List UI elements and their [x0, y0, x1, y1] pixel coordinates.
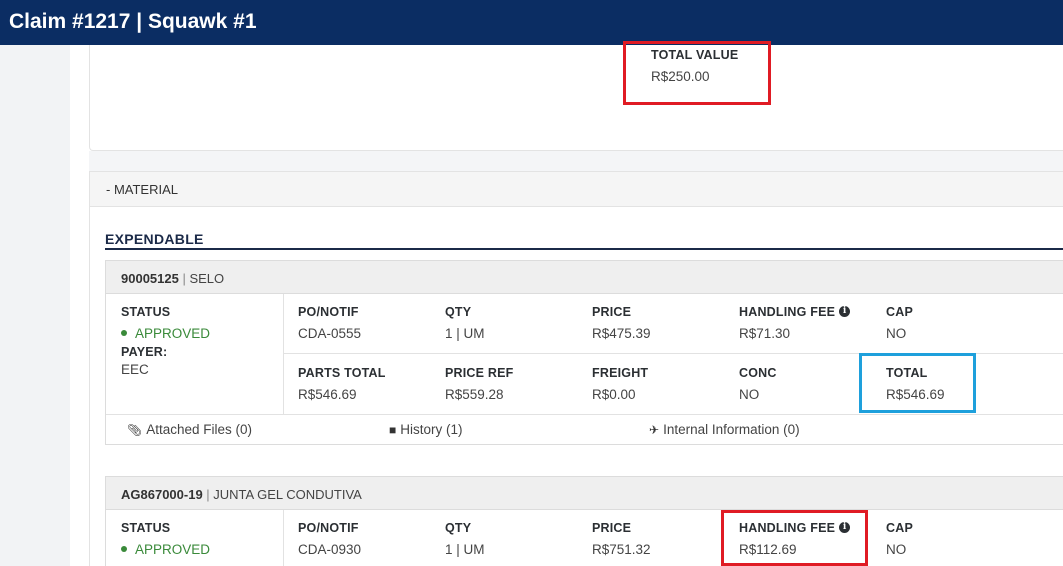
item-code: AG867000-19	[121, 487, 203, 502]
divider	[283, 510, 284, 566]
handling-fee-label: HANDLING FEE i	[739, 305, 851, 319]
history-link[interactable]: ■ History (1)	[389, 422, 463, 437]
price-value: R$751.32	[592, 542, 651, 557]
item-body	[105, 510, 1063, 566]
po-notif-label: PO/NOTIF	[298, 521, 359, 535]
price-label: PRICE	[592, 305, 632, 319]
attached-files-label: Attached Files (0)	[146, 422, 253, 437]
handling-fee-value: R$71.30	[739, 326, 791, 341]
qty-label: QTY	[445, 305, 472, 319]
cap-value: NO	[886, 326, 907, 341]
payer-value: EEC	[121, 362, 149, 377]
item-description: SELO	[189, 271, 225, 286]
qty-value: 1 | UM	[445, 542, 485, 557]
cap-label: CAP	[886, 305, 913, 319]
info-icon[interactable]: i	[839, 306, 851, 318]
item-header[interactable]: 90005125 | SELO	[105, 260, 1063, 294]
status-label: STATUS	[121, 521, 171, 535]
summary-card	[89, 45, 1063, 151]
item-description: JUNTA GEL CONDUTIVA	[213, 487, 362, 502]
title-bar: Claim #1217 | Squawk #1	[0, 0, 1063, 45]
parts-total-label: PARTS TOTAL	[298, 366, 386, 380]
item-header[interactable]: AG867000-19 | JUNTA GEL CONDUTIVA	[105, 476, 1063, 510]
payer-label: PAYER:	[121, 345, 168, 359]
material-section-toggle[interactable]: - MATERIAL	[89, 171, 1063, 207]
status-label: STATUS	[121, 305, 171, 319]
cap-label: CAP	[886, 521, 913, 535]
material-section-label: - MATERIAL	[106, 182, 178, 197]
freight-value: R$0.00	[592, 387, 636, 402]
po-notif-value: CDA-0555	[298, 326, 362, 341]
status-value: APPROVED	[135, 542, 211, 557]
po-notif-value: CDA-0930	[298, 542, 362, 557]
parts-total-value: R$546.69	[298, 387, 357, 402]
gutter	[70, 45, 90, 566]
price-label: PRICE	[592, 521, 632, 535]
qty-label: QTY	[445, 521, 472, 535]
handling-fee-label-text: HANDLING FEE	[739, 305, 836, 319]
cap-value: NO	[886, 542, 907, 557]
po-notif-label: PO/NOTIF	[298, 305, 359, 319]
divider	[283, 294, 284, 414]
price-value: R$475.39	[592, 326, 651, 341]
book-icon: ■	[389, 423, 397, 437]
qty-value: 1 | UM	[445, 326, 485, 341]
page-title: Claim #1217 | Squawk #1	[9, 10, 257, 33]
price-ref-value: R$559.28	[445, 387, 504, 402]
highlight-box-total	[859, 353, 976, 413]
paperclip-icon: 📎︎	[127, 423, 143, 437]
expendable-divider	[105, 248, 1063, 250]
divider	[106, 414, 1063, 415]
expendable-title: EXPENDABLE	[105, 231, 204, 247]
conc-value: NO	[739, 387, 760, 402]
plane-icon: ✈︎	[649, 423, 660, 437]
highlight-box-handling-fee	[721, 510, 868, 566]
status-value: APPROVED	[135, 326, 211, 341]
item-code: 90005125	[121, 271, 179, 286]
internal-information-link[interactable]: ✈︎ Internal Information (0)	[649, 422, 800, 437]
status-badge: APPROVED	[121, 326, 210, 341]
history-label: History (1)	[400, 422, 463, 437]
conc-label: CONC	[739, 366, 777, 380]
attached-files-link[interactable]: 📎︎ Attached Files (0)	[127, 422, 252, 437]
freight-label: FREIGHT	[592, 366, 649, 380]
left-rail	[0, 45, 70, 566]
price-ref-label: PRICE REF	[445, 366, 514, 380]
status-badge: APPROVED	[121, 542, 210, 557]
internal-information-label: Internal Information (0)	[663, 422, 800, 437]
section-gap	[89, 151, 1063, 171]
status-dot-icon	[121, 546, 127, 553]
status-dot-icon	[121, 330, 127, 337]
highlight-box-total-value	[623, 41, 771, 105]
